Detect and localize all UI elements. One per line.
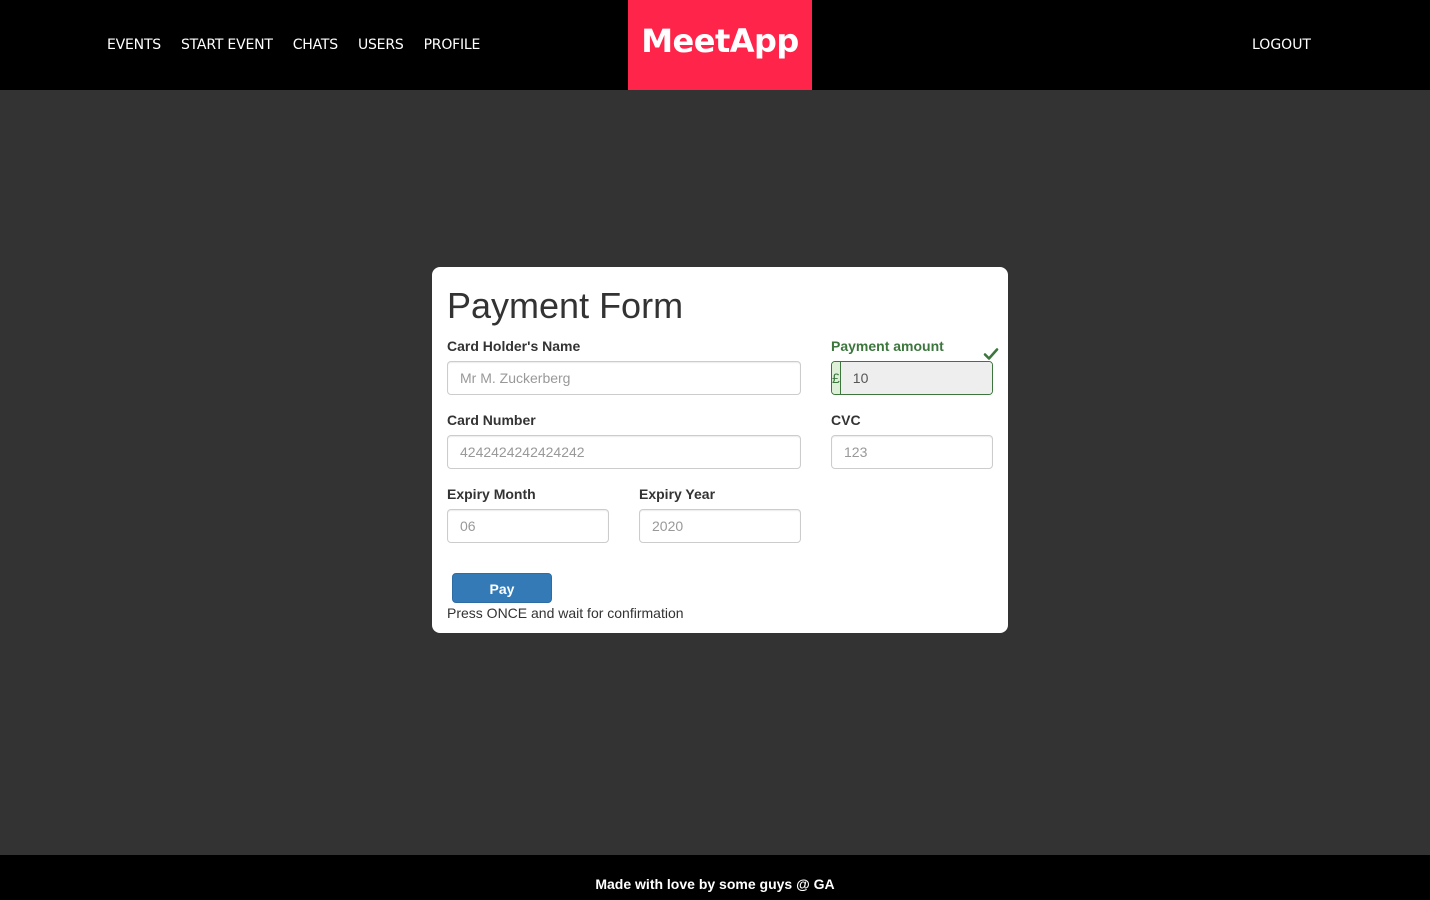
payment-amount-label: Payment amount xyxy=(831,338,944,354)
cvc-input[interactable] xyxy=(831,435,993,469)
footer-text: Made with love by some guys @ GA xyxy=(595,875,835,892)
brand-logo[interactable]: MeetApp xyxy=(628,0,812,90)
currency-addon: £ xyxy=(832,362,841,394)
footer: Made with love by some guys @ GA xyxy=(0,855,1430,900)
payment-form-card: Payment Form Card Holder's Name Payment … xyxy=(432,267,1008,633)
top-navbar: EVENTS START EVENT CHATS USERS PROFILE M… xyxy=(0,0,1430,90)
payment-amount-input[interactable] xyxy=(840,362,992,394)
card-holder-input[interactable] xyxy=(447,361,801,395)
nav-link-start-event[interactable]: START EVENT xyxy=(181,37,273,53)
card-number-label: Card Number xyxy=(447,412,536,428)
payment-amount-group: £ xyxy=(831,361,993,395)
cvc-label: CVC xyxy=(831,412,861,428)
expiry-year-label: Expiry Year xyxy=(639,486,716,502)
card-holder-label: Card Holder's Name xyxy=(447,338,581,354)
nav-link-profile[interactable]: PROFILE xyxy=(424,37,481,53)
page-title: Payment Form xyxy=(447,285,684,326)
pay-button[interactable]: Pay xyxy=(452,573,552,603)
expiry-month-input[interactable] xyxy=(447,509,609,543)
card-number-input[interactable] xyxy=(447,435,801,469)
expiry-year-input[interactable] xyxy=(639,509,801,543)
nav-link-events[interactable]: EVENTS xyxy=(107,37,161,53)
nav-links: EVENTS START EVENT CHATS USERS PROFILE xyxy=(107,0,500,90)
nav-link-users[interactable]: USERS xyxy=(358,37,404,53)
nav-link-chats[interactable]: CHATS xyxy=(293,37,338,53)
expiry-month-label: Expiry Month xyxy=(447,486,536,502)
pay-note: Press ONCE and wait for confirmation xyxy=(447,605,684,621)
checkmark-icon xyxy=(983,348,999,360)
logout-link[interactable]: LOGOUT xyxy=(1252,0,1311,90)
